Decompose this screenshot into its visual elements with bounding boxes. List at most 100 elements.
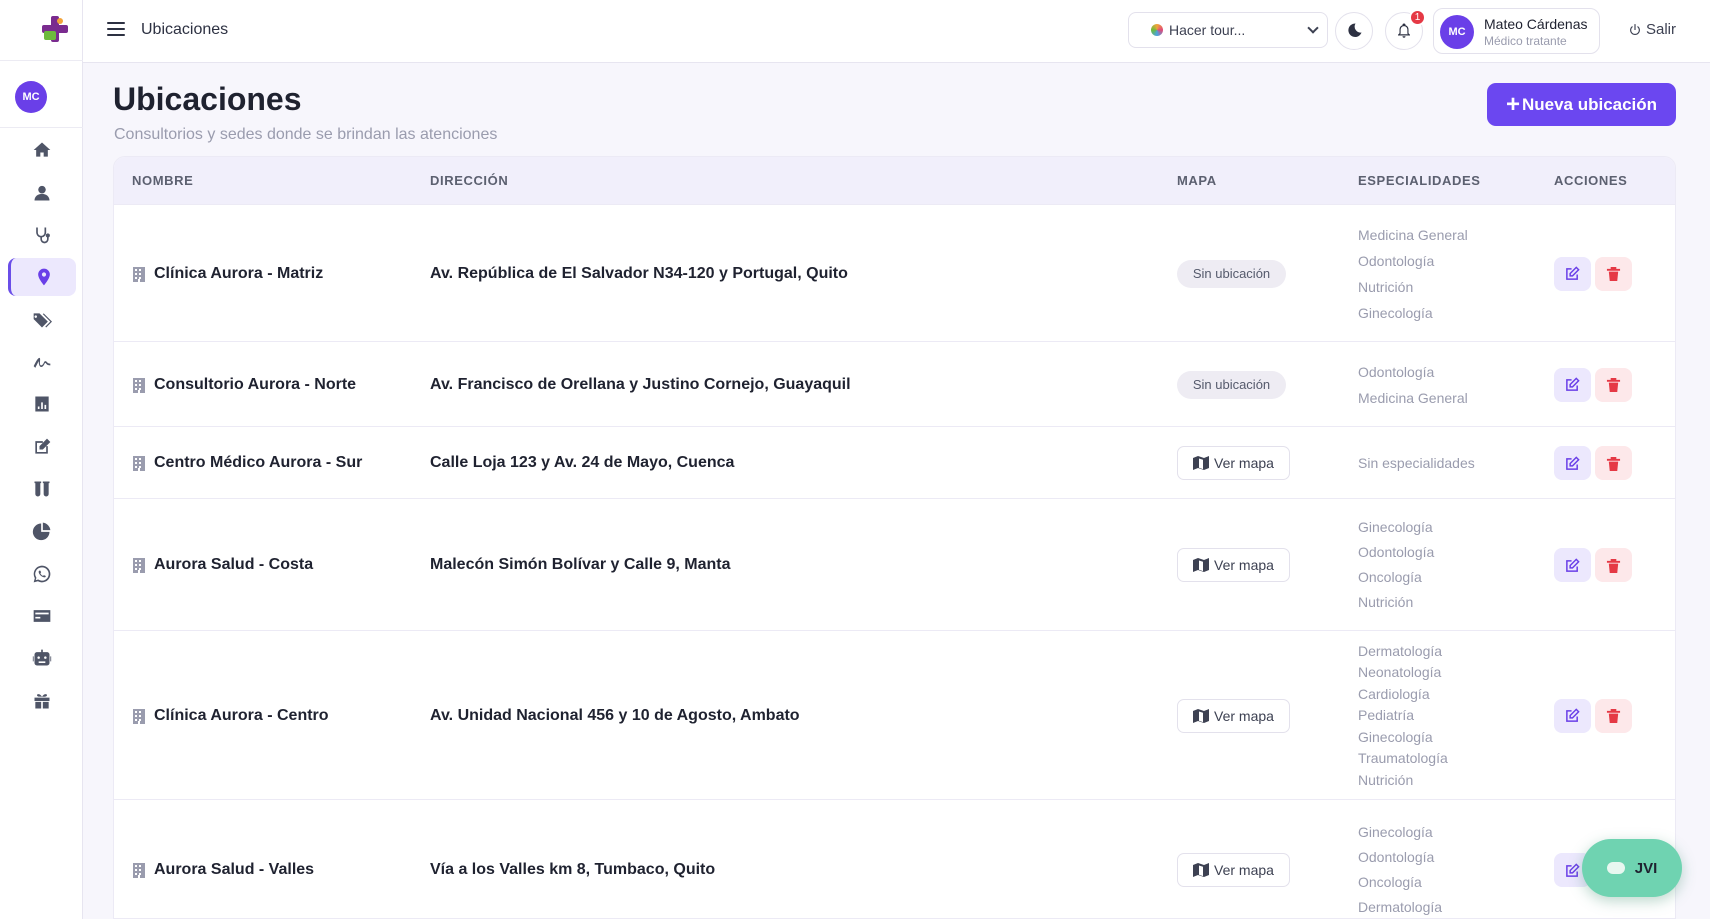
specialty-item: Odontología: [1358, 544, 1435, 560]
specialties-list: Medicina General Odontología Nutrición Gine…: [1358, 222, 1468, 326]
dark-mode-toggle[interactable]: [1335, 12, 1373, 50]
header-address: DIRECCIÓN: [430, 173, 509, 188]
trash-icon: [1606, 456, 1621, 471]
map-icon: [1193, 863, 1210, 877]
topbar: Ubicaciones Hacer tour... 1 MC Mateo Cár…: [83, 0, 1710, 63]
building-icon: [133, 558, 145, 573]
building-icon: [133, 377, 145, 393]
view-map-button[interactable]: Ver mapa: [1177, 698, 1290, 733]
edit-button[interactable]: [1554, 446, 1591, 480]
chat-bubble-icon: [1606, 862, 1625, 874]
user-menu[interactable]: MC Mateo Cárdenas Médico tratante: [1433, 8, 1600, 54]
pencil-square-icon: [1566, 557, 1580, 572]
moon-icon: [1348, 23, 1362, 37]
user-icon: [34, 185, 50, 201]
header-map: MAPA: [1177, 173, 1217, 188]
specialties-list: Sin especialidades: [1358, 450, 1475, 476]
view-map-label: Ver mapa: [1214, 707, 1274, 724]
trash-icon: [1606, 266, 1621, 281]
trash-icon: [1606, 708, 1621, 723]
logout-button[interactable]: Salir: [1628, 21, 1676, 38]
location-name-text: Centro Médico Aurora - Sur: [154, 454, 363, 471]
page-title: Ubicaciones: [113, 81, 302, 117]
sidebar-item-signatures[interactable]: [8, 343, 76, 381]
pencil-square-icon: [1566, 266, 1580, 280]
sidebar-item-consultations[interactable]: [8, 216, 76, 254]
menu-toggle-icon[interactable]: [107, 22, 125, 38]
specialty-item: Nutrición: [1358, 771, 1414, 788]
bar-chart-icon: [35, 396, 49, 412]
sidebar-item-forms[interactable]: [8, 428, 76, 466]
location-name-text: Consultorio Aurora - Norte: [154, 375, 357, 393]
view-map-button[interactable]: Ver mapa: [1177, 548, 1290, 582]
view-map-label: Ver mapa: [1214, 862, 1274, 878]
bell-icon: [1398, 23, 1410, 38]
tour-icon: [1151, 24, 1163, 36]
locations-table: NOMBRE DIRECCIÓN MAPA ESPECIALIDADES ACC…: [113, 156, 1676, 919]
specialty-item: Ginecología: [1358, 824, 1433, 840]
specialty-item: Neonatología: [1358, 663, 1442, 680]
specialty-item: Oncología: [1358, 874, 1422, 890]
delete-button[interactable]: [1595, 256, 1632, 291]
signature-icon: [33, 357, 51, 368]
specialty-item: Odontología: [1358, 363, 1435, 380]
sidebar-item-lab[interactable]: [8, 470, 76, 508]
new-location-button[interactable]: + Nueva ubicación: [1487, 83, 1676, 126]
tour-select[interactable]: Hacer tour...: [1128, 12, 1328, 48]
sidebar-item-reports[interactable]: [8, 385, 76, 423]
sidebar-item-patients[interactable]: [8, 174, 76, 212]
view-map-label: Ver mapa: [1214, 455, 1274, 471]
delete-button[interactable]: [1595, 367, 1632, 402]
table-row: Clínica Aurora - Matriz Av. República de …: [114, 204, 1675, 341]
notifications-button[interactable]: 1: [1385, 9, 1426, 50]
delete-button[interactable]: [1595, 548, 1632, 582]
location-name: Consultorio Aurora - Norte: [132, 376, 356, 394]
edit-button[interactable]: [1554, 367, 1591, 402]
sidebar-item-services[interactable]: [8, 301, 76, 339]
location-name-text: Aurora Salud - Valles: [154, 861, 315, 878]
location-name: Clínica Aurora - Matriz: [132, 265, 323, 283]
sidebar-item-home[interactable]: [8, 131, 76, 169]
location-name: Centro Médico Aurora - Sur: [132, 454, 362, 472]
specialty-item: Odontología: [1358, 252, 1435, 269]
plus-icon: +: [1505, 90, 1520, 118]
sidebar-item-locations[interactable]: [8, 258, 76, 296]
edit-icon: [35, 438, 51, 454]
view-map-label: Ver mapa: [1214, 557, 1274, 573]
pencil-square-icon: [1566, 455, 1580, 470]
location-address: Calle Loja 123 y Av. 24 de Mayo, Cuenca: [430, 454, 735, 471]
app-logo[interactable]: [40, 14, 70, 44]
logout-label: Salir: [1646, 21, 1677, 38]
delete-button[interactable]: [1595, 446, 1632, 480]
building-icon: [133, 266, 145, 282]
chat-assistant-button[interactable]: JVI: [1582, 839, 1682, 897]
sidebar-divider: [0, 60, 83, 61]
sidebar-item-payments[interactable]: [8, 597, 76, 635]
delete-button[interactable]: [1595, 698, 1632, 733]
test-tubes-icon: [34, 481, 50, 497]
sidebar-item-statistics[interactable]: [8, 512, 76, 550]
sidebar-item-whatsapp[interactable]: [8, 555, 76, 593]
location-address: Vía a los Valles km 8, Tumbaco, Quito: [430, 861, 716, 878]
power-icon: [1630, 23, 1640, 35]
specialty-item: Traumatología: [1358, 749, 1448, 766]
edit-button[interactable]: [1554, 256, 1591, 291]
view-map-button[interactable]: Ver mapa: [1177, 853, 1290, 887]
edit-button[interactable]: [1554, 548, 1591, 582]
edit-button[interactable]: [1554, 698, 1591, 733]
header-actions: ACCIONES: [1554, 173, 1628, 188]
pencil-square-icon: [1566, 377, 1580, 391]
location-name: Aurora Salud - Valles: [132, 861, 314, 879]
location-address: Av. Francisco de Orellana y Justino Corn…: [430, 375, 851, 393]
specialty-item: Cardiología: [1358, 685, 1430, 702]
sidebar-item-rewards[interactable]: [8, 682, 76, 720]
specialty-item: Odontología: [1358, 849, 1435, 865]
pencil-square-icon: [1566, 708, 1580, 722]
location-name-text: Clínica Aurora - Centro: [154, 706, 329, 724]
view-map-button[interactable]: Ver mapa: [1177, 446, 1290, 480]
sidebar-avatar[interactable]: MC: [15, 81, 47, 113]
table-row: Centro Médico Aurora - Sur Calle Loja 123…: [114, 426, 1675, 498]
table-row: Clínica Aurora - Centro Av. Unidad Nacion…: [114, 630, 1675, 799]
pie-chart-icon: [32, 522, 51, 541]
sidebar-item-assistant[interactable]: [8, 639, 76, 677]
